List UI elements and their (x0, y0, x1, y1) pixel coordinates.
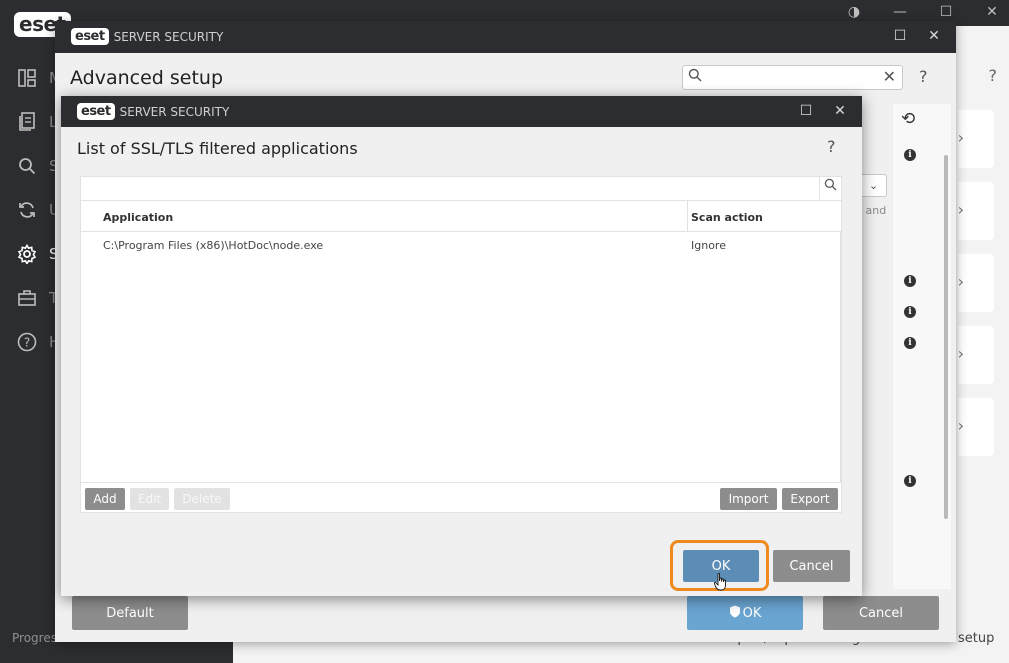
eset-logo: eset (77, 103, 115, 120)
search-icon (15, 154, 39, 178)
sidebar-item-scan[interactable]: S (15, 154, 59, 178)
search-icon[interactable] (819, 177, 841, 200)
column-divider[interactable] (687, 201, 688, 232)
application-list: Application Scan action C:\Program Files… (80, 176, 842, 513)
settings-card[interactable]: › (958, 326, 994, 384)
ok-button[interactable]: OK (687, 596, 803, 630)
sidebar-item-log-files[interactable]: L (15, 110, 57, 134)
search-input[interactable]: ✕ (682, 65, 903, 90)
import-button[interactable]: Import (720, 488, 777, 510)
help-icon[interactable]: ? (827, 137, 836, 156)
info-icon[interactable]: i (904, 149, 916, 161)
update-icon (15, 198, 39, 222)
ok-label: OK (742, 605, 762, 621)
chevron-right-icon: › (957, 272, 964, 291)
add-button[interactable]: Add (85, 488, 125, 510)
column-header-scan-action[interactable]: Scan action (691, 211, 763, 224)
shield-icon (729, 605, 741, 622)
page-title: Advanced setup (70, 67, 224, 89)
settings-card[interactable]: › (958, 182, 994, 240)
settings-card[interactable]: › (958, 254, 994, 312)
dialog-window-controls: ☐ ✕ (798, 102, 848, 120)
sidebar-item-tools[interactable]: T (15, 286, 58, 310)
chevron-down-icon[interactable]: ⌄ (861, 174, 887, 197)
maximize-icon[interactable]: ☐ (935, 4, 957, 20)
cancel-button[interactable]: Cancel (823, 596, 939, 630)
row-application: C:\Program Files (x86)\HotDoc\node.exe (103, 239, 324, 252)
column-header-application[interactable]: Application (103, 211, 173, 224)
close-icon[interactable]: ✕ (926, 27, 942, 45)
edit-button[interactable]: Edit (130, 488, 169, 510)
chevron-right-icon: › (957, 200, 964, 219)
chevron-right-icon: › (957, 128, 964, 147)
table-row[interactable]: C:\Program Files (x86)\HotDoc\node.exe I… (81, 233, 841, 257)
search-icon (688, 68, 702, 86)
sidebar-item-setup[interactable]: S (15, 242, 59, 266)
row-scan-action: Ignore (691, 239, 726, 252)
chevron-right-icon: › (957, 416, 964, 435)
log-files-icon (15, 110, 39, 134)
dashboard-icon (15, 66, 39, 90)
sidebar-item-update[interactable]: U (15, 198, 60, 222)
default-button[interactable]: Default (72, 596, 188, 630)
settings-card[interactable]: › (958, 398, 994, 456)
adv-window-controls: ☐ ✕ (892, 27, 942, 45)
help-icon: ? (15, 330, 39, 354)
delete-button[interactable]: Delete (174, 488, 230, 510)
gear-icon (15, 242, 39, 266)
maximize-icon[interactable]: ☐ (892, 27, 908, 45)
main-window-controls: ◑ — ☐ ✕ (843, 4, 1003, 20)
contrast-toggle-icon[interactable]: ◑ (843, 4, 865, 20)
minimize-icon[interactable]: — (889, 4, 911, 20)
clear-search-icon[interactable]: ✕ (883, 67, 896, 86)
maximize-icon[interactable]: ☐ (798, 102, 814, 120)
advanced-setup-titlebar: eset SERVER SECURITY ☐ ✕ (55, 21, 956, 53)
dialog-titlebar: eset SERVER SECURITY ☐ ✕ (61, 96, 862, 127)
info-icon[interactable]: i (904, 275, 916, 287)
list-toolbar: Add Edit Delete Import Export (81, 482, 841, 512)
main-help-icon[interactable]: ? (989, 66, 998, 85)
chevron-right-icon: › (957, 344, 964, 363)
eset-logo: eset (71, 28, 109, 45)
svg-text:?: ? (24, 336, 30, 350)
close-icon[interactable]: ✕ (981, 4, 1003, 20)
export-button[interactable]: Export (782, 488, 838, 510)
close-icon[interactable]: ✕ (832, 102, 848, 120)
ssl-tls-apps-dialog: eset SERVER SECURITY ☐ ✕ List of SSL/TLS… (61, 96, 862, 596)
settings-panel-edge (893, 104, 951, 589)
toolbox-icon (15, 286, 39, 310)
dialog-logo: eset SERVER SECURITY (77, 103, 229, 120)
hand-cursor-icon (714, 573, 726, 591)
dialog-cancel-button[interactable]: Cancel (773, 550, 850, 582)
scrollbar[interactable] (944, 155, 948, 519)
settings-card[interactable]: › (958, 110, 994, 168)
list-header: Application Scan action (81, 201, 841, 232)
list-filter-input[interactable] (81, 177, 841, 201)
product-name: SERVER SECURITY (113, 29, 224, 44)
info-icon[interactable]: i (904, 306, 916, 318)
info-icon[interactable]: i (904, 475, 916, 487)
revert-icon[interactable]: ⟲ (901, 109, 915, 129)
info-icon[interactable]: i (904, 337, 916, 349)
dialog-title: List of SSL/TLS filtered applications (77, 139, 358, 158)
product-name: SERVER SECURITY (119, 104, 230, 119)
adv-logo: eset SERVER SECURITY (71, 28, 223, 45)
help-icon[interactable]: ? (919, 67, 928, 86)
sidebar-item-help[interactable]: ? H (15, 330, 60, 354)
list-scroll-track (840, 232, 841, 482)
